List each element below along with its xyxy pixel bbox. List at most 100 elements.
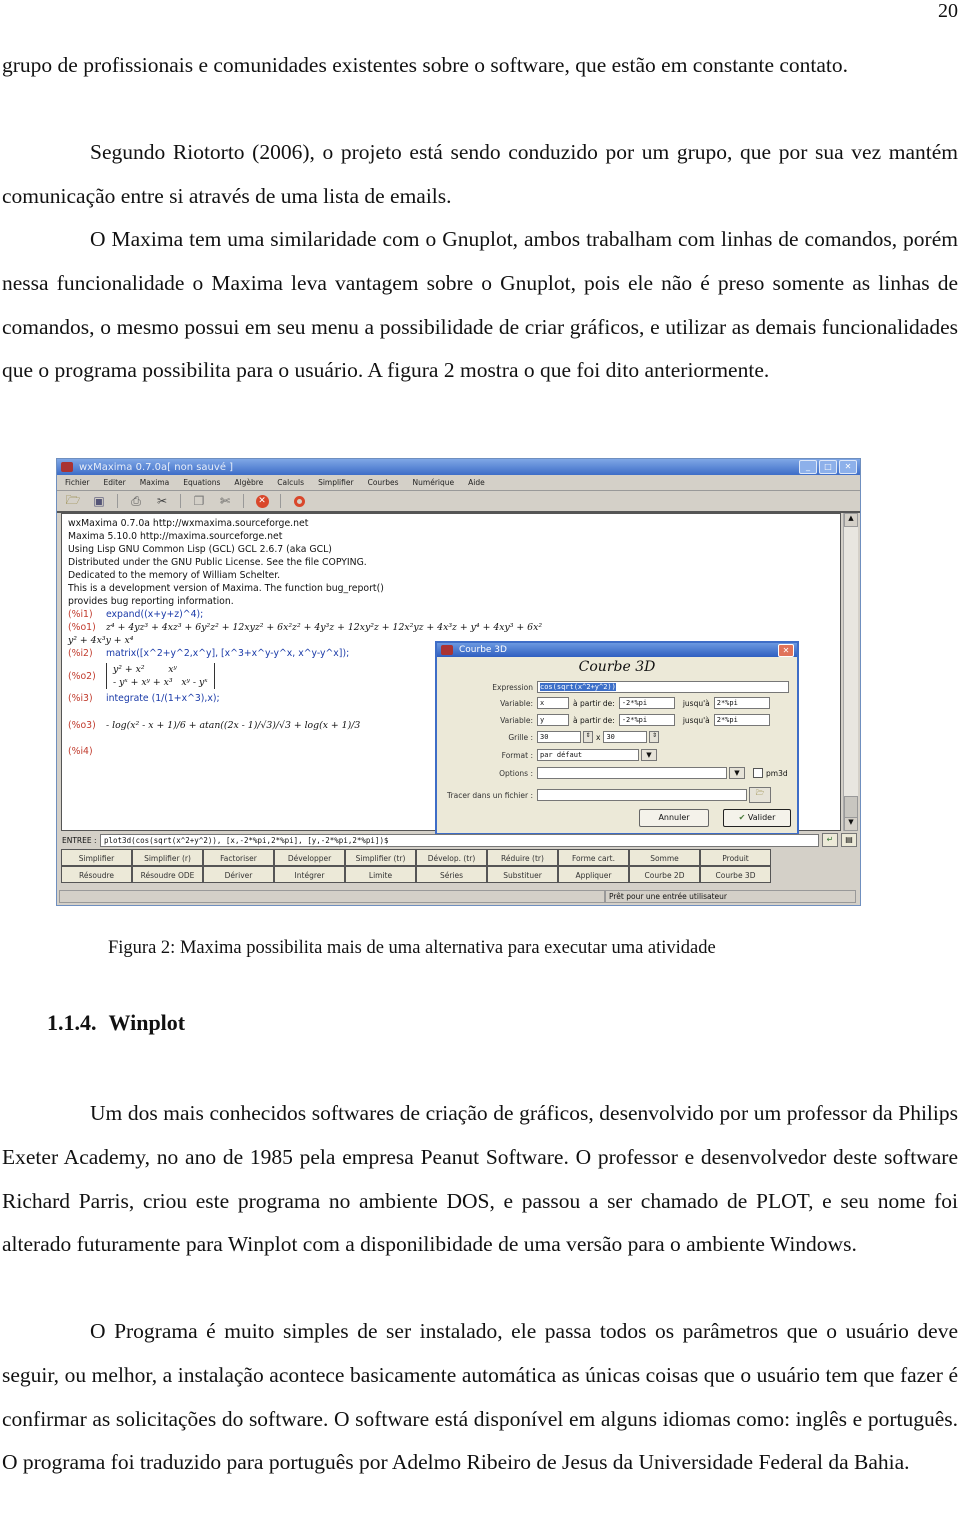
close-button[interactable]: ✕ — [839, 460, 857, 474]
menu-algebre[interactable]: Algèbre — [234, 478, 263, 487]
variable-2-input[interactable]: y — [537, 714, 569, 726]
history-icon[interactable]: ▤ — [841, 833, 857, 847]
to-label: jusqu'à — [682, 715, 710, 725]
btn-developper[interactable]: Développer — [274, 849, 345, 866]
menu-simplifier[interactable]: Simplifier — [318, 478, 354, 487]
grid-y-input[interactable]: 30 — [603, 731, 648, 743]
variable-1-to-input[interactable]: 2*%pi — [713, 697, 770, 709]
banner-line: This is a development version of Maxima.… — [68, 583, 384, 594]
input-command[interactable]: matrix([x^2+y^2,x^y], [x^3+x^y-y^x, x^y-… — [106, 648, 349, 659]
format-select[interactable]: par défaut — [537, 749, 639, 761]
variable-label: Variable: — [500, 698, 533, 708]
expression-input[interactable]: cos(sqrt(x^2+y^2)) — [537, 681, 789, 693]
variable-label: Variable: — [500, 715, 533, 725]
input-label: (%i3) — [68, 693, 93, 704]
format-row: Format : par défaut ▼ — [437, 749, 657, 761]
maximize-button[interactable]: □ — [819, 460, 837, 474]
options-select[interactable] — [537, 767, 727, 779]
variable-2-to-input[interactable]: 2*%pi — [713, 714, 770, 726]
btn-develop-tr[interactable]: Dévelop. (tr) — [416, 849, 487, 866]
grid-y-spinner[interactable]: ⇕ — [649, 731, 660, 743]
btn-courbe-3d[interactable]: Courbe 3D — [700, 866, 771, 883]
entry-label: ENTREE : — [62, 835, 97, 845]
dialog-title-bar: Courbe 3D ✕ — [437, 643, 797, 657]
btn-reduire-tr[interactable]: Réduire (tr) — [487, 849, 558, 866]
app-icon — [441, 645, 453, 655]
grid-label: Grille : — [508, 732, 533, 742]
scroll-down-icon[interactable]: ▼ — [844, 817, 858, 831]
input-label: (%i1) — [68, 609, 93, 620]
btn-resoudre[interactable]: Résoudre — [61, 866, 132, 883]
btn-forme-cart[interactable]: Forme cart. — [558, 849, 629, 866]
banner-line: Dedicated to the memory of William Schel… — [68, 570, 281, 581]
menu-aide[interactable]: Aide — [468, 478, 485, 487]
variable-row-1: Variable: x à partir de: -2*%pi jusqu'à … — [437, 697, 770, 709]
cut-icon[interactable]: ✄ — [217, 494, 233, 508]
btn-series[interactable]: Séries — [416, 866, 487, 883]
input-command[interactable]: integrate (1/(1+x^3),x); — [106, 693, 220, 704]
open-folder-icon[interactable]: 🗁 — [749, 787, 771, 803]
grid-x-spinner[interactable]: ⇕ — [583, 731, 593, 743]
cancel-button[interactable]: Annuler — [639, 809, 709, 827]
status-text: Prêt pour une entrée utilisateur — [605, 890, 856, 903]
scroll-thumb[interactable] — [844, 796, 858, 818]
configure-icon[interactable]: ✂ — [154, 494, 170, 508]
btn-limite[interactable]: Limite — [345, 866, 416, 883]
dialog-close-button[interactable]: ✕ — [778, 643, 794, 657]
variable-1-from-input[interactable]: -2*%pi — [618, 697, 675, 709]
save-icon[interactable]: ▣ — [91, 494, 107, 508]
toolbar-divider — [180, 494, 181, 508]
format-label: Format : — [501, 750, 533, 760]
menu-fichier[interactable]: Fichier — [65, 478, 90, 487]
btn-courbe-2d[interactable]: Courbe 2D — [629, 866, 700, 883]
menu-equations[interactable]: Equations — [183, 478, 220, 487]
ok-button[interactable]: ✔ Valider — [723, 809, 791, 827]
help-lifebuoy-icon[interactable] — [291, 494, 307, 508]
matrix-row: - yˣ + xʸ + x³ xʸ - yˣ — [113, 677, 208, 688]
btn-simplifier-tr[interactable]: Simplifier (tr) — [345, 849, 416, 866]
enter-icon[interactable]: ↵ — [822, 833, 838, 847]
btn-deriver[interactable]: Dériver — [203, 866, 274, 883]
scroll-up-icon[interactable]: ▲ — [844, 513, 858, 527]
menu-calculs[interactable]: Calculs — [277, 478, 304, 487]
btn-produit[interactable]: Produit — [700, 849, 771, 866]
variable-2-from-input[interactable]: -2*%pi — [618, 714, 675, 726]
status-left — [59, 890, 605, 903]
menu-maxima[interactable]: Maxima — [140, 478, 170, 487]
btn-somme[interactable]: Somme — [629, 849, 700, 866]
variable-1-input[interactable]: x — [537, 697, 569, 709]
btn-factoriser[interactable]: Factoriser — [203, 849, 274, 866]
pm3d-checkbox[interactable] — [753, 768, 763, 778]
input-command[interactable]: expand((x+y+z)^4); — [106, 609, 203, 620]
btn-resoudre-ode[interactable]: Résoudre ODE — [132, 866, 203, 883]
menu-numerique[interactable]: Numérique — [413, 478, 455, 487]
btn-substituer[interactable]: Substituer — [487, 866, 558, 883]
copy-icon[interactable]: ❐ — [191, 494, 207, 508]
chevron-down-icon[interactable]: ▼ — [729, 767, 745, 779]
btn-simplifier-r[interactable]: Simplifier (r) — [132, 849, 203, 866]
menu-courbes[interactable]: Courbes — [368, 478, 399, 487]
file-input[interactable] — [537, 789, 747, 801]
minimize-button[interactable]: _ — [799, 460, 817, 474]
btn-integrer[interactable]: Intégrer — [274, 866, 345, 883]
banner-line: Maxima 5.10.0 http://maxima.sourceforge.… — [68, 531, 283, 542]
btn-appliquer[interactable]: Appliquer — [558, 866, 629, 883]
command-input[interactable]: plot3d(cos(sqrt(x^2+y^2)), [x,-2*%pi,2*%… — [100, 833, 819, 847]
toolbar-divider — [243, 494, 244, 508]
matrix-output: y² + x² xʸ - yˣ + xʸ + x³ xʸ - yˣ — [106, 663, 215, 689]
print-icon[interactable]: ⎙ — [128, 494, 144, 508]
btn-simplifier[interactable]: Simplifier — [61, 849, 132, 866]
open-folder-icon[interactable]: 🗁 — [65, 493, 81, 508]
section-title: Winplot — [108, 1010, 186, 1035]
banner-line: wxMaxima 0.7.0a http://wxmaxima.sourcefo… — [68, 518, 309, 529]
grid-x-input[interactable]: 30 — [537, 731, 581, 743]
menu-editer[interactable]: Editer — [104, 478, 126, 487]
section-heading: 1.1.4. Winplot — [47, 1010, 197, 1036]
title-bar: wxMaxima 0.7.0a[ non sauvé ] _ □ ✕ — [57, 459, 860, 475]
section-number: 1.1.4. — [47, 1010, 97, 1035]
worksheet-scrollbar[interactable]: ▲ ▼ — [843, 513, 858, 831]
chevron-down-icon[interactable]: ▼ — [641, 749, 657, 761]
paragraph-4: Um dos mais conhecidos softwares de cria… — [2, 1101, 958, 1257]
figure-caption: Figura 2: Maxima possibilita mais de uma… — [108, 938, 716, 958]
stop-icon[interactable]: ✕ — [254, 494, 270, 508]
